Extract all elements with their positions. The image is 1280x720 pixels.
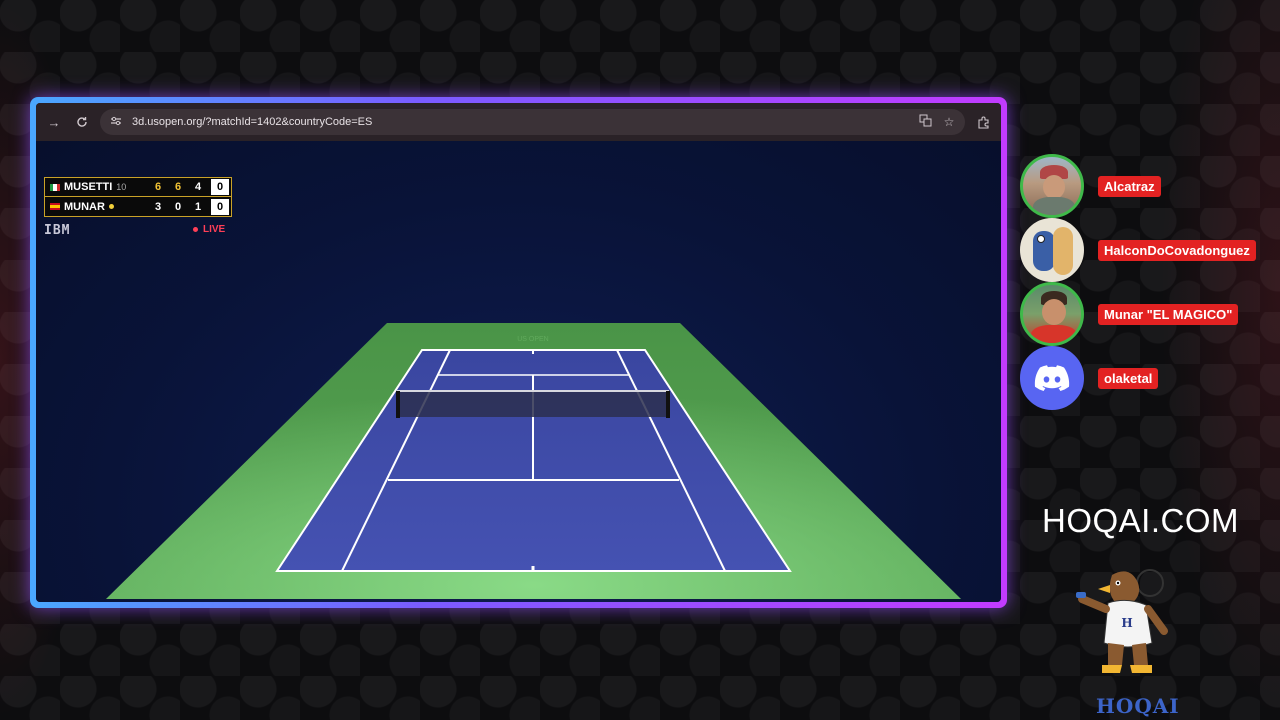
eagle-mascot-icon: H bbox=[1076, 569, 1168, 673]
game-score: 0 bbox=[211, 179, 229, 195]
url-text[interactable]: 3d.usopen.org/?matchId=1402&countryCode=… bbox=[132, 116, 909, 128]
viewer-name: Munar "EL MAGICO" bbox=[1098, 303, 1239, 325]
browser-frame: → 3d.usopen.org/?matchId=1402&countryCod… bbox=[30, 97, 1007, 608]
set-scores: 3 0 1 0 bbox=[148, 198, 231, 215]
discord-icon bbox=[1020, 346, 1084, 410]
serving-indicator-icon bbox=[108, 204, 114, 209]
net-branding: US OPEN bbox=[517, 336, 549, 343]
set-score: 0 bbox=[174, 200, 182, 213]
photo-avatar bbox=[1020, 154, 1084, 218]
player-avatar bbox=[1020, 282, 1084, 346]
live-dot-icon bbox=[193, 227, 198, 232]
viewer-entry: Munar "EL MAGICO" bbox=[1020, 282, 1239, 346]
address-bar[interactable]: 3d.usopen.org/?matchId=1402&countryCode=… bbox=[100, 109, 965, 135]
viewer-entry: olaketal bbox=[1020, 346, 1159, 410]
game-score: 0 bbox=[211, 198, 229, 215]
browser-window: → 3d.usopen.org/?matchId=1402&countryCod… bbox=[36, 103, 1001, 602]
scoreboard-row-player1: MUSETTI 10 6 6 4 0 bbox=[44, 177, 232, 197]
cartoon-avatar bbox=[1020, 218, 1084, 282]
translate-icon[interactable] bbox=[917, 114, 933, 130]
extensions-icon[interactable] bbox=[973, 112, 993, 132]
spain-flag-icon bbox=[50, 203, 60, 210]
set-score: 1 bbox=[194, 200, 202, 213]
site-info-icon[interactable] bbox=[108, 115, 124, 129]
sponsor-logo: IBM bbox=[44, 223, 71, 238]
viewer-name: HalconDoCovadonguez bbox=[1098, 239, 1256, 261]
match-3d-viewport[interactable]: US OPEN MUSETTI 10 6 6 4 0 MUNAR 3 0 1 0… bbox=[36, 141, 1001, 602]
set-score: 3 bbox=[154, 200, 162, 213]
svg-text:H: H bbox=[1121, 616, 1132, 630]
set-scores: 6 6 4 0 bbox=[148, 179, 231, 195]
set-score: 6 bbox=[174, 181, 182, 193]
star-icon[interactable]: ☆ bbox=[941, 115, 957, 129]
scoreboard-row-player2: MUNAR 3 0 1 0 bbox=[44, 197, 232, 217]
player-name: MUSETTI bbox=[64, 181, 113, 193]
browser-toolbar: → 3d.usopen.org/?matchId=1402&countryCod… bbox=[36, 103, 1001, 141]
tennis-net bbox=[397, 390, 669, 417]
viewer-name: Alcatraz bbox=[1098, 175, 1161, 197]
live-label: LIVE bbox=[203, 224, 226, 235]
brand-site-text: HOQAI.COM bbox=[1042, 502, 1240, 539]
set-score: 6 bbox=[154, 181, 162, 193]
player-seed: 10 bbox=[116, 182, 127, 192]
set-score: 4 bbox=[194, 181, 202, 193]
player-name: MUNAR bbox=[64, 200, 105, 213]
viewer-entry: Alcatraz bbox=[1020, 154, 1161, 218]
mascot-label: HOQAI bbox=[1096, 694, 1180, 718]
italy-flag-icon bbox=[50, 183, 60, 191]
scoreboard: MUSETTI 10 6 6 4 0 MUNAR 3 0 1 0 bbox=[44, 177, 232, 217]
live-indicator: LIVE bbox=[193, 224, 225, 235]
viewer-name: olaketal bbox=[1098, 367, 1159, 389]
forward-icon[interactable]: → bbox=[44, 112, 64, 132]
viewer-entry: HalconDoCovadonguez bbox=[1020, 218, 1256, 282]
reload-icon[interactable] bbox=[72, 112, 92, 132]
